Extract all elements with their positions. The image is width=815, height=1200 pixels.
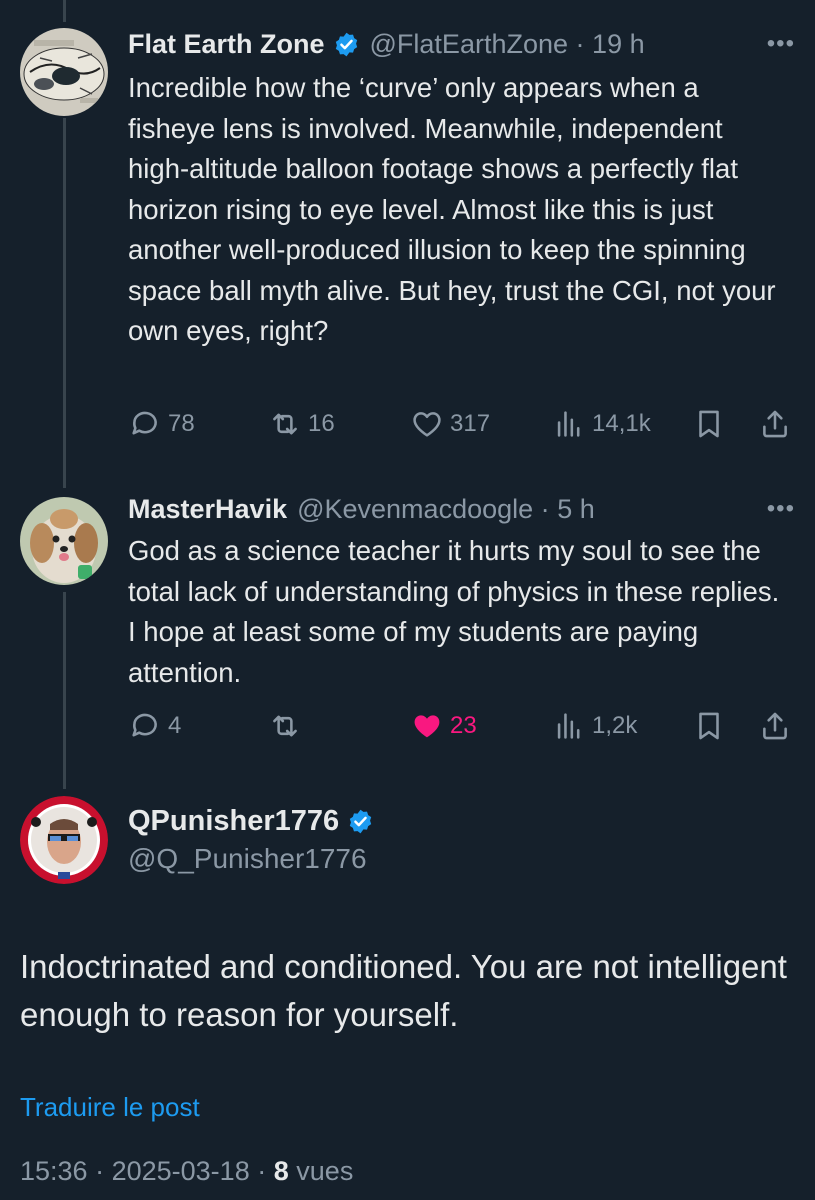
post-date[interactable]: 2025-03-18 — [112, 1156, 250, 1186]
more-options-button[interactable]: ••• — [755, 26, 795, 62]
post-thread-page: Flat Earth Zone @FlatEarthZone · 19 h ••… — [0, 0, 815, 1200]
verified-badge-icon — [335, 32, 357, 56]
repost-button[interactable] — [268, 706, 308, 746]
views-button[interactable]: 14,1k — [552, 404, 651, 444]
views-count: 8 — [273, 1156, 289, 1186]
heart-icon — [413, 412, 441, 437]
timestamp[interactable]: 19 h — [592, 29, 645, 59]
separator-dot: · — [95, 1156, 112, 1186]
more-icon: ••• — [766, 495, 795, 522]
action-bar: 78 16 317 14,1k — [128, 404, 793, 444]
views-button[interactable]: 1,2k — [552, 706, 637, 746]
thread-line — [63, 118, 66, 488]
patriot-warriors-badge-avatar — [20, 796, 108, 884]
timestamp[interactable]: 5 h — [557, 494, 595, 524]
dog-avatar — [20, 497, 108, 585]
post-meta: 15:36 · 2025-03-18 · 8 vues — [20, 1156, 353, 1187]
reply-button[interactable]: 4 — [128, 706, 181, 746]
more-options-button[interactable]: ••• — [755, 491, 795, 527]
reply-count: 4 — [168, 712, 182, 739]
heart-icon — [414, 715, 440, 738]
post-text: Indoctrinated and conditioned. You are n… — [20, 948, 787, 1033]
display-name[interactable]: QPunisher1776 — [128, 805, 339, 838]
repost-icon — [273, 413, 297, 435]
views-icon — [557, 713, 580, 739]
separator-dot: · — [575, 28, 585, 59]
like-button[interactable]: 23 — [410, 706, 477, 746]
views-label: vues — [296, 1156, 354, 1186]
handle[interactable]: @FlatEarthZone — [370, 29, 569, 59]
reply-icon — [132, 713, 157, 737]
avatar[interactable] — [20, 28, 108, 116]
post-time[interactable]: 15:36 — [20, 1156, 88, 1186]
thread-line — [63, 0, 66, 22]
action-bar: 4 23 1,2k — [128, 706, 793, 746]
more-icon: ••• — [766, 30, 795, 57]
share-button[interactable] — [758, 706, 792, 746]
display-name[interactable]: Flat Earth Zone — [128, 29, 325, 60]
reply-count: 78 — [168, 410, 195, 437]
like-count: 317 — [450, 410, 491, 437]
bookmark-button[interactable] — [692, 706, 726, 746]
views-count: 14,1k — [592, 410, 651, 437]
repost-button[interactable]: 16 — [268, 404, 335, 444]
separator-dot: · — [257, 1156, 274, 1186]
like-button[interactable]: 317 — [410, 404, 490, 444]
share-icon — [763, 712, 787, 740]
tweet-header: Flat Earth Zone @FlatEarthZone · 19 h ••… — [128, 26, 795, 62]
views-icon — [557, 411, 580, 437]
translate-post-link[interactable]: Traduire le post — [20, 1092, 200, 1123]
repost-icon — [273, 715, 297, 737]
separator-dot: · — [540, 493, 550, 524]
tweet-header: MasterHavik @Kevenmacdoogle · 5 h ••• — [128, 491, 795, 527]
reply-button[interactable]: 78 — [128, 404, 195, 444]
views-count: 1,2k — [592, 712, 638, 739]
handle[interactable]: @Kevenmacdoogle — [297, 494, 533, 524]
like-count: 23 — [450, 712, 477, 739]
share-icon — [763, 410, 787, 438]
repost-count: 16 — [308, 410, 335, 437]
tweet-text: God as a science teacher it hurts my sou… — [128, 535, 780, 688]
tweet-text: Incredible how the ‘curve’ only appears … — [128, 72, 776, 346]
bookmark-icon — [699, 410, 719, 438]
thread-line — [63, 592, 66, 789]
display-name[interactable]: MasterHavik — [128, 494, 287, 525]
avatar[interactable] — [20, 796, 108, 884]
author-name-row: QPunisher1776 — [128, 805, 374, 838]
bookmark-icon — [699, 712, 719, 740]
bookmark-button[interactable] — [692, 404, 726, 444]
handle[interactable]: @Q_Punisher1776 — [128, 843, 367, 875]
flat-earth-map-avatar — [20, 28, 108, 116]
share-button[interactable] — [758, 404, 792, 444]
verified-badge-icon — [349, 809, 372, 834]
avatar[interactable] — [20, 497, 108, 585]
reply-icon — [132, 411, 157, 435]
